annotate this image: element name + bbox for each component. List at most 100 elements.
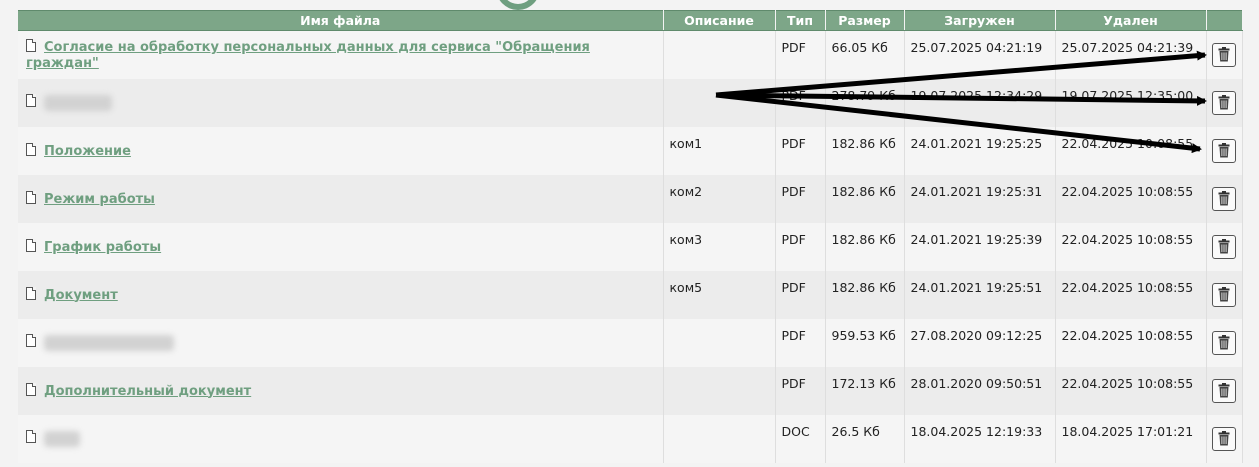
delete-button[interactable] <box>1212 42 1236 67</box>
cell-uploaded: 25.07.2025 04:21:19 <box>904 30 1056 79</box>
cell-size: 182.86 Кб <box>825 174 905 223</box>
redacted-file-name <box>44 94 112 111</box>
delete-button[interactable] <box>1212 90 1236 115</box>
file-link[interactable]: Положение <box>44 144 131 159</box>
table-row: PDF 959.53 Кб 27.08.2020 09:12:25 22.04.202… <box>18 318 1243 367</box>
cell-size: 278.79 Кб <box>825 78 905 127</box>
cell-type: PDF <box>775 174 826 223</box>
cell-size: 959.53 Кб <box>825 318 905 367</box>
cell-deleted: 22.04.2025 10:08:55 <box>1055 270 1207 319</box>
file-icon <box>26 142 36 156</box>
cell-file-name <box>18 318 664 367</box>
cell-deleted: 22.04.2025 10:08:55 <box>1055 174 1207 223</box>
trash-icon <box>1218 383 1230 398</box>
table-row: Согласие на обработку персональных данны… <box>18 30 1243 79</box>
cell-type: PDF <box>775 222 826 271</box>
table-row: График работы ком3 PDF 182.86 Кб 24.01.2021 … <box>18 222 1243 271</box>
cell-actions <box>1206 270 1243 319</box>
delete-button[interactable] <box>1212 138 1236 163</box>
deleted-files-table: Имя файла Описание Тип Размер Загружен У… <box>18 10 1243 463</box>
cell-deleted: 18.04.2025 17:01:21 <box>1055 414 1207 463</box>
cell-size: 182.86 Кб <box>825 222 905 271</box>
cell-size: 66.05 Кб <box>825 30 905 79</box>
header-description[interactable]: Описание <box>663 10 776 31</box>
cell-actions <box>1206 30 1243 79</box>
cell-description: ком2 <box>663 174 776 223</box>
cell-actions <box>1206 222 1243 271</box>
header-size[interactable]: Размер <box>825 10 905 31</box>
file-icon <box>26 94 36 108</box>
delete-button[interactable] <box>1212 234 1236 259</box>
table-row: DOC 26.5 Кб 18.04.2025 12:19:33 18.04.2025 … <box>18 414 1243 463</box>
table-row: Дополнительный документ PDF 172.13 Кб 28.01… <box>18 366 1243 415</box>
file-icon <box>26 430 36 444</box>
delete-button[interactable] <box>1212 426 1236 451</box>
cell-file-name: Документ <box>18 270 664 319</box>
redacted-file-name <box>44 430 80 447</box>
trash-icon <box>1218 47 1230 62</box>
table-row: Положение ком1 PDF 182.86 Кб 24.01.2021 19:2… <box>18 126 1243 175</box>
cell-actions <box>1206 78 1243 127</box>
cell-deleted: 22.04.2025 10:08:55 <box>1055 126 1207 175</box>
file-link[interactable]: Режим работы <box>44 192 155 207</box>
file-icon <box>26 38 36 52</box>
cell-deleted: 22.04.2025 10:08:55 <box>1055 222 1207 271</box>
trash-icon <box>1218 431 1230 446</box>
cell-size: 172.13 Кб <box>825 366 905 415</box>
table-row: PDF 278.79 Кб 19.07.2025 12:34:29 19.07.202… <box>18 78 1243 127</box>
file-link[interactable]: Документ <box>44 288 118 303</box>
delete-button[interactable] <box>1212 282 1236 307</box>
cell-uploaded: 18.04.2025 12:19:33 <box>904 414 1056 463</box>
header-actions <box>1206 10 1243 31</box>
cell-uploaded: 24.01.2021 19:25:51 <box>904 270 1056 319</box>
table-header-row: Имя файла Описание Тип Размер Загружен У… <box>18 10 1243 31</box>
cell-deleted: 22.04.2025 10:08:55 <box>1055 318 1207 367</box>
header-deleted[interactable]: Удален <box>1055 10 1207 31</box>
file-icon <box>26 382 36 396</box>
cell-deleted: 19.07.2025 12:35:00 <box>1055 78 1207 127</box>
cell-type: PDF <box>775 366 826 415</box>
cell-uploaded: 27.08.2020 09:12:25 <box>904 318 1056 367</box>
redacted-file-name <box>44 334 174 351</box>
trash-icon <box>1218 143 1230 158</box>
cell-description <box>663 78 776 127</box>
cell-description <box>663 414 776 463</box>
cell-actions <box>1206 366 1243 415</box>
file-link[interactable]: График работы <box>44 240 161 255</box>
trash-icon <box>1218 335 1230 350</box>
file-icon <box>26 238 36 252</box>
cell-actions <box>1206 174 1243 223</box>
cell-actions <box>1206 126 1243 175</box>
delete-button[interactable] <box>1212 330 1236 355</box>
file-icon <box>26 190 36 204</box>
cell-file-name <box>18 414 664 463</box>
file-link[interactable]: Дополнительный документ <box>44 384 251 399</box>
cell-description: ком1 <box>663 126 776 175</box>
header-type[interactable]: Тип <box>775 10 826 31</box>
header-uploaded[interactable]: Загружен <box>904 10 1056 31</box>
cell-file-name: Согласие на обработку персональных данны… <box>18 30 664 79</box>
cell-type: PDF <box>775 78 826 127</box>
cell-description <box>663 30 776 79</box>
cell-uploaded: 19.07.2025 12:34:29 <box>904 78 1056 127</box>
file-link[interactable]: Согласие на обработку персональных данны… <box>26 40 590 71</box>
cell-type: DOC <box>775 414 826 463</box>
cell-size: 182.86 Кб <box>825 126 905 175</box>
trash-icon <box>1218 191 1230 206</box>
cell-file-name: Дополнительный документ <box>18 366 664 415</box>
header-name[interactable]: Имя файла <box>18 10 664 31</box>
trash-icon <box>1218 239 1230 254</box>
trash-icon <box>1218 287 1230 302</box>
delete-button[interactable] <box>1212 378 1236 403</box>
cell-type: PDF <box>775 30 826 79</box>
table-row: Документ ком5 PDF 182.86 Кб 24.01.2021 19:25… <box>18 270 1243 319</box>
cell-deleted: 25.07.2025 04:21:39 <box>1055 30 1207 79</box>
cell-type: PDF <box>775 126 826 175</box>
trash-icon <box>1218 95 1230 110</box>
delete-button[interactable] <box>1212 186 1236 211</box>
cell-uploaded: 28.01.2020 09:50:51 <box>904 366 1056 415</box>
cell-file-name: Режим работы <box>18 174 664 223</box>
cell-actions <box>1206 414 1243 463</box>
cell-uploaded: 24.01.2021 19:25:39 <box>904 222 1056 271</box>
cell-file-name: Положение <box>18 126 664 175</box>
